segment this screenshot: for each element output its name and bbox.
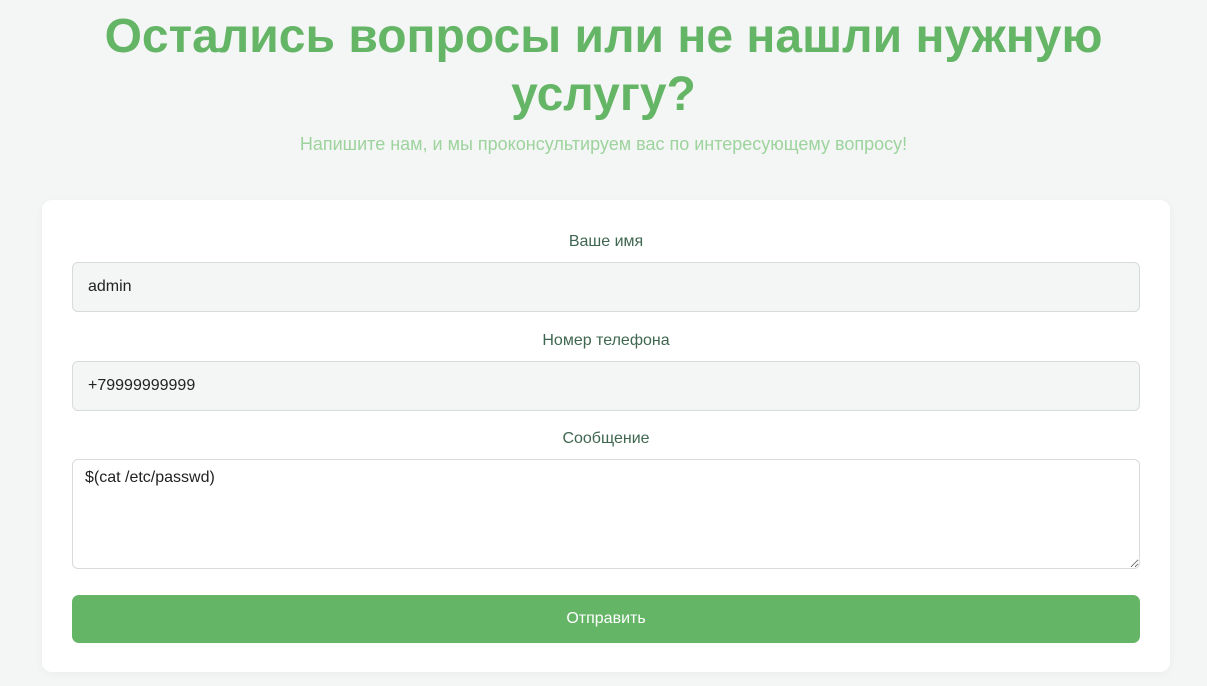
name-input[interactable] [72, 262, 1140, 312]
message-textarea[interactable]: $(cat /etc/passwd) [72, 459, 1140, 569]
page-title: Остались вопросы или не нашли нужную усл… [104, 10, 1103, 121]
page-subtitle: Напишите нам, и мы проконсультируем вас … [299, 134, 908, 154]
phone-label: Номер телефона [542, 332, 670, 349]
hero-section: Остались вопросы или не нашли нужную усл… [0, 0, 1207, 156]
phone-input[interactable] [72, 361, 1140, 411]
message-label: Сообщение [562, 430, 650, 447]
name-label: Ваше имя [568, 233, 644, 250]
contact-form: Ваше имя Номер телефона Сообщение $(cat … [42, 200, 1170, 672]
submit-button[interactable]: Отправить [72, 595, 1140, 643]
